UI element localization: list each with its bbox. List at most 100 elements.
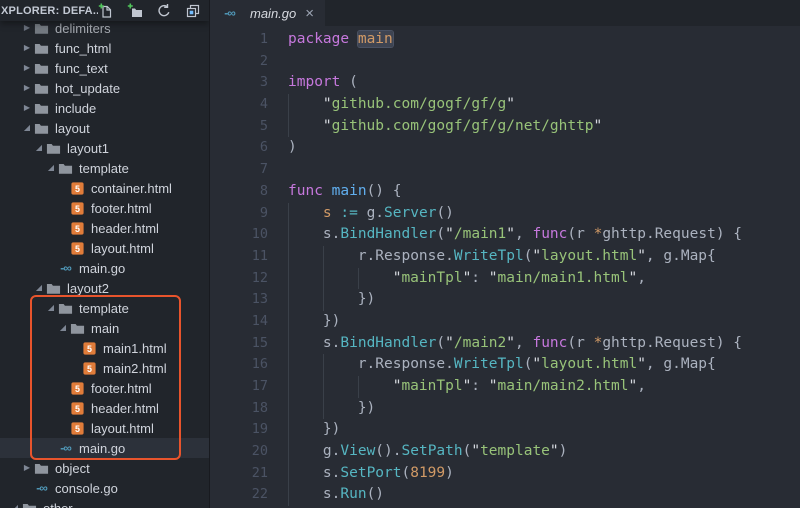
chevron-collapsed-icon[interactable]: ▶	[20, 58, 34, 78]
tree-item-label: footer.html	[91, 381, 152, 396]
tree-item-main1-html[interactable]: 5main1.html	[0, 338, 209, 358]
tree-item-main-go[interactable]: -∞main.go	[0, 438, 209, 458]
chevron-expanded-icon[interactable]: ◢	[8, 498, 22, 508]
chevron-collapsed-icon[interactable]: ▶	[20, 38, 34, 58]
tree-item-layout-html[interactable]: 5layout.html	[0, 238, 209, 258]
tree-item-func_text[interactable]: ▶func_text	[0, 58, 209, 78]
code-line-12[interactable]: 12"mainTpl": "main/main1.html",	[210, 268, 800, 290]
chevron-expanded-icon[interactable]: ◢	[44, 158, 58, 178]
new-file-button[interactable]	[98, 3, 114, 19]
tree-item-include[interactable]: ▶ include	[0, 98, 209, 118]
tree-item-template[interactable]: ◢ template	[0, 298, 209, 318]
code-line-20[interactable]: 20g.View().SetPath("template")	[210, 441, 800, 463]
html-file-icon: 5	[70, 381, 85, 396]
tree-item-layout2[interactable]: ◢layout2	[0, 278, 209, 298]
code-line-15[interactable]: 15s.BindHandler("/main2", func(r *ghttp.…	[210, 333, 800, 355]
close-icon[interactable]: ×	[303, 6, 316, 21]
code-line-18[interactable]: 18})	[210, 398, 800, 420]
tree-item-label: main1.html	[103, 341, 167, 356]
token-st: layout.html	[541, 248, 637, 264]
chevron-expanded-icon[interactable]: ◢	[56, 318, 70, 338]
tree-item-label: func_html	[55, 41, 111, 56]
indent-guide	[323, 246, 358, 268]
tree-item-main[interactable]: ◢main	[0, 318, 209, 338]
tree-item-header-html[interactable]: 5header.html	[0, 398, 209, 418]
tree-item-func_html[interactable]: ▶ func_html	[0, 38, 209, 58]
tree-item-header-html[interactable]: 5header.html	[0, 218, 209, 238]
code-line-4[interactable]: 4"github.com/gogf/gf/g"	[210, 94, 800, 116]
tree-item-layout1[interactable]: ◢layout1	[0, 138, 209, 158]
chevron-expanded-icon[interactable]: ◢	[44, 298, 58, 318]
code-line-21[interactable]: 21s.SetPort(8199)	[210, 463, 800, 485]
code-line-14[interactable]: 14})	[210, 311, 800, 333]
tree-item-delimiters[interactable]: ▶delimiters	[0, 18, 209, 38]
code-line-6[interactable]: 6)	[210, 137, 800, 159]
token-q: "	[637, 356, 646, 372]
tab-main-go[interactable]: -∞ main.go ×	[210, 0, 325, 26]
line-number: 14	[210, 311, 268, 333]
code-line-10[interactable]: 10s.BindHandler("/main1", func(r *ghttp.…	[210, 224, 800, 246]
tree-item-console-go[interactable]: -∞console.go	[0, 478, 209, 498]
token-st: template	[480, 443, 550, 459]
code-line-13[interactable]: 13})	[210, 289, 800, 311]
code-line-8[interactable]: 8func main() {	[210, 181, 800, 203]
token-pl: })	[323, 313, 340, 329]
tree-item-container-html[interactable]: 5container.html	[0, 178, 209, 198]
tree-item-label: include	[55, 101, 96, 116]
tree-item-label: template	[79, 301, 129, 316]
tree-item-template[interactable]: ◢template	[0, 158, 209, 178]
tree-item-hot_update[interactable]: ▶hot_update	[0, 78, 209, 98]
token-ca: View	[340, 443, 375, 459]
tree-item-layout[interactable]: ◢layout	[0, 118, 209, 138]
token-pl: s.	[323, 226, 340, 242]
code-line-9[interactable]: 9s := g.Server()	[210, 203, 800, 225]
svg-text:5: 5	[75, 203, 80, 213]
chevron-collapsed-icon[interactable]: ▶	[20, 98, 34, 118]
code-line-2[interactable]: 2	[210, 51, 800, 73]
code-line-11[interactable]: 11r.Response.WriteTpl("layout.html", g.M…	[210, 246, 800, 268]
chevron-expanded-icon[interactable]: ◢	[32, 278, 46, 298]
collapse-all-button[interactable]	[185, 3, 201, 19]
token-pl: ghttp.Request) {	[602, 226, 742, 242]
token-st: main/main2.html	[498, 378, 629, 394]
token-pl: (	[436, 226, 445, 242]
chevron-expanded-icon[interactable]: ◢	[20, 118, 34, 138]
token-q: "	[506, 226, 515, 242]
token-or: s	[323, 205, 332, 221]
refresh-button[interactable]	[156, 3, 172, 19]
tree-item-main2-html[interactable]: 5main2.html	[0, 358, 209, 378]
code-line-17[interactable]: 17"mainTpl": "main/main2.html",	[210, 376, 800, 398]
new-folder-button[interactable]	[127, 3, 143, 19]
html-file-icon: 5	[70, 181, 85, 196]
code-line-22[interactable]: 22s.Run()	[210, 484, 800, 506]
code-line-16[interactable]: 16r.Response.WriteTpl("layout.html", g.M…	[210, 354, 800, 376]
tree-item-layout-html[interactable]: 5layout.html	[0, 418, 209, 438]
tree-item-label: header.html	[91, 401, 159, 416]
token-st: /main2	[454, 335, 506, 351]
tree-item-object[interactable]: ▶object	[0, 458, 209, 478]
chevron-collapsed-icon[interactable]: ▶	[20, 18, 34, 38]
code-line-19[interactable]: 19})	[210, 419, 800, 441]
chevron-collapsed-icon[interactable]: ▶	[20, 78, 34, 98]
tree-item-other[interactable]: ◢other	[0, 498, 209, 508]
indent-guide	[358, 268, 393, 290]
token-q: "	[532, 248, 541, 264]
token-ca: Run	[340, 486, 366, 502]
editor-pane[interactable]: -∞ main.go × 1package main23import (4"gi…	[210, 0, 800, 508]
code-line-5[interactable]: 5"github.com/gogf/gf/g/net/ghttp"	[210, 116, 800, 138]
svg-text:5: 5	[87, 363, 92, 373]
chevron-expanded-icon[interactable]: ◢	[32, 138, 46, 158]
explorer-actions	[98, 3, 201, 19]
token-pl: (	[436, 335, 445, 351]
code-area[interactable]: 1package main23import (4"github.com/gogf…	[210, 26, 800, 508]
line-number: 2	[210, 51, 268, 73]
code-line-1[interactable]: 1package main	[210, 29, 800, 51]
tree-item-main-go[interactable]: -∞main.go	[0, 258, 209, 278]
tree-item-footer-html[interactable]: 5footer.html	[0, 198, 209, 218]
code-line-3[interactable]: 3import (	[210, 72, 800, 94]
token-pl: , g.Map{	[646, 356, 716, 372]
code-line-7[interactable]: 7	[210, 159, 800, 181]
chevron-collapsed-icon[interactable]: ▶	[20, 458, 34, 478]
indent-guide	[288, 268, 323, 290]
tree-item-footer-html[interactable]: 5 footer.html	[0, 378, 209, 398]
